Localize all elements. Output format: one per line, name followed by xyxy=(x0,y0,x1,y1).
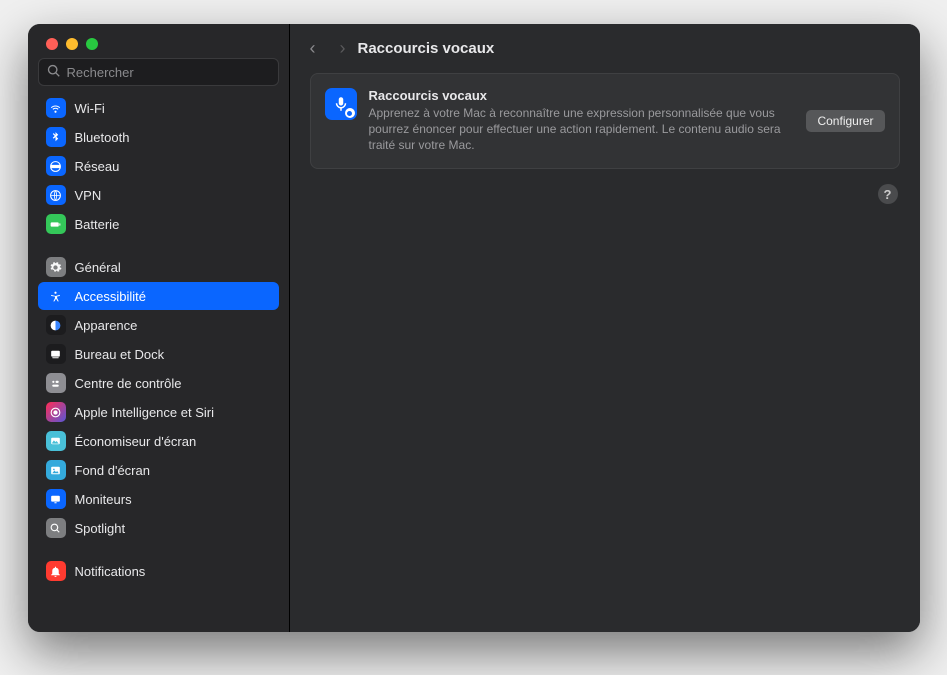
sidebar-item-displays[interactable]: Moniteurs xyxy=(38,485,279,513)
spotlight-icon xyxy=(46,518,66,538)
sidebar-item-label: Moniteurs xyxy=(75,492,132,507)
battery-icon xyxy=(46,214,66,234)
sidebar-item-appearance[interactable]: Apparence xyxy=(38,311,279,339)
sidebar-item-dock[interactable]: Bureau et Dock xyxy=(38,340,279,368)
card-text: Raccourcis vocaux Apprenez à votre Mac à… xyxy=(369,88,795,154)
bell-icon xyxy=(46,561,66,581)
bluetooth-icon xyxy=(46,127,66,147)
network-icon xyxy=(46,156,66,176)
traffic-lights xyxy=(46,38,98,50)
sidebar-item-siri[interactable]: Apple Intelligence et Siri xyxy=(38,398,279,426)
gear-icon xyxy=(46,257,66,277)
sidebar-item-wifi[interactable]: Wi-Fi xyxy=(38,94,279,122)
sidebar-item-bluetooth[interactable]: Bluetooth xyxy=(38,123,279,151)
wifi-icon xyxy=(46,98,66,118)
sidebar-item-gear[interactable]: Général xyxy=(38,253,279,281)
voice-shortcuts-icon xyxy=(325,88,357,120)
search-wrap xyxy=(28,58,289,94)
search-input[interactable] xyxy=(67,65,270,80)
appearance-icon xyxy=(46,315,66,335)
sidebar-item-battery[interactable]: Batterie xyxy=(38,210,279,238)
content-area: Raccourcis vocaux Apprenez à votre Mac à… xyxy=(290,69,920,189)
sidebar-list[interactable]: Wi-Fi Bluetooth Réseau VPN Batterie Général Ac… xyxy=(28,94,289,632)
zoom-button[interactable] xyxy=(86,38,98,50)
titlebar xyxy=(28,24,289,58)
main-header: ‹ › Raccourcis vocaux xyxy=(290,24,920,69)
sidebar-item-accessibility[interactable]: Accessibilité xyxy=(38,282,279,310)
sidebar-item-control[interactable]: Centre de contrôle xyxy=(38,369,279,397)
card-title: Raccourcis vocaux xyxy=(369,88,795,103)
help-button[interactable]: ? xyxy=(878,184,898,204)
sidebar-item-bell[interactable]: Notifications xyxy=(38,557,279,585)
sidebar-item-label: Notifications xyxy=(75,564,146,579)
sidebar-item-label: Centre de contrôle xyxy=(75,376,182,391)
sidebar-item-label: Spotlight xyxy=(75,521,126,536)
configure-button[interactable]: Configurer xyxy=(806,110,884,132)
voice-shortcuts-card: Raccourcis vocaux Apprenez à votre Mac à… xyxy=(310,73,900,169)
search-icon xyxy=(47,64,61,81)
sidebar-item-label: Général xyxy=(75,260,121,275)
minimize-button[interactable] xyxy=(66,38,78,50)
sidebar-item-label: Bureau et Dock xyxy=(75,347,165,362)
card-description: Apprenez à votre Mac à reconnaître une e… xyxy=(369,105,795,154)
sidebar-item-label: Économiseur d'écran xyxy=(75,434,197,449)
sidebar-item-spotlight[interactable]: Spotlight xyxy=(38,514,279,542)
dock-icon xyxy=(46,344,66,364)
vpn-icon xyxy=(46,185,66,205)
sidebar-item-vpn[interactable]: VPN xyxy=(38,181,279,209)
sidebar-item-label: Accessibilité xyxy=(75,289,147,304)
sidebar-item-screensaver[interactable]: Économiseur d'écran xyxy=(38,427,279,455)
sidebar-item-label: Fond d'écran xyxy=(75,463,150,478)
sidebar-item-wallpaper[interactable]: Fond d'écran xyxy=(38,456,279,484)
siri-icon xyxy=(46,402,66,422)
sidebar-item-label: VPN xyxy=(75,188,102,203)
wallpaper-icon xyxy=(46,460,66,480)
search-field[interactable] xyxy=(38,58,279,86)
settings-window: Wi-Fi Bluetooth Réseau VPN Batterie Général Ac… xyxy=(28,24,920,632)
sidebar-item-label: Wi-Fi xyxy=(75,101,105,116)
sidebar-item-label: Réseau xyxy=(75,159,120,174)
main-panel: ‹ › Raccourcis vocaux Raccourcis vocaux … xyxy=(290,24,920,632)
sidebar-item-label: Apple Intelligence et Siri xyxy=(75,405,214,420)
settings-badge-icon xyxy=(345,108,355,118)
displays-icon xyxy=(46,489,66,509)
back-button[interactable]: ‹ xyxy=(310,38,316,59)
control-icon xyxy=(46,373,66,393)
page-title: Raccourcis vocaux xyxy=(358,40,495,57)
sidebar-item-network[interactable]: Réseau xyxy=(38,152,279,180)
screensaver-icon xyxy=(46,431,66,451)
close-button[interactable] xyxy=(46,38,58,50)
forward-button[interactable]: › xyxy=(340,38,346,59)
accessibility-icon xyxy=(46,286,66,306)
sidebar-item-label: Bluetooth xyxy=(75,130,130,145)
nav-arrows: ‹ › xyxy=(310,38,346,59)
sidebar-item-label: Apparence xyxy=(75,318,138,333)
sidebar-item-label: Batterie xyxy=(75,217,120,232)
sidebar: Wi-Fi Bluetooth Réseau VPN Batterie Général Ac… xyxy=(28,24,290,632)
